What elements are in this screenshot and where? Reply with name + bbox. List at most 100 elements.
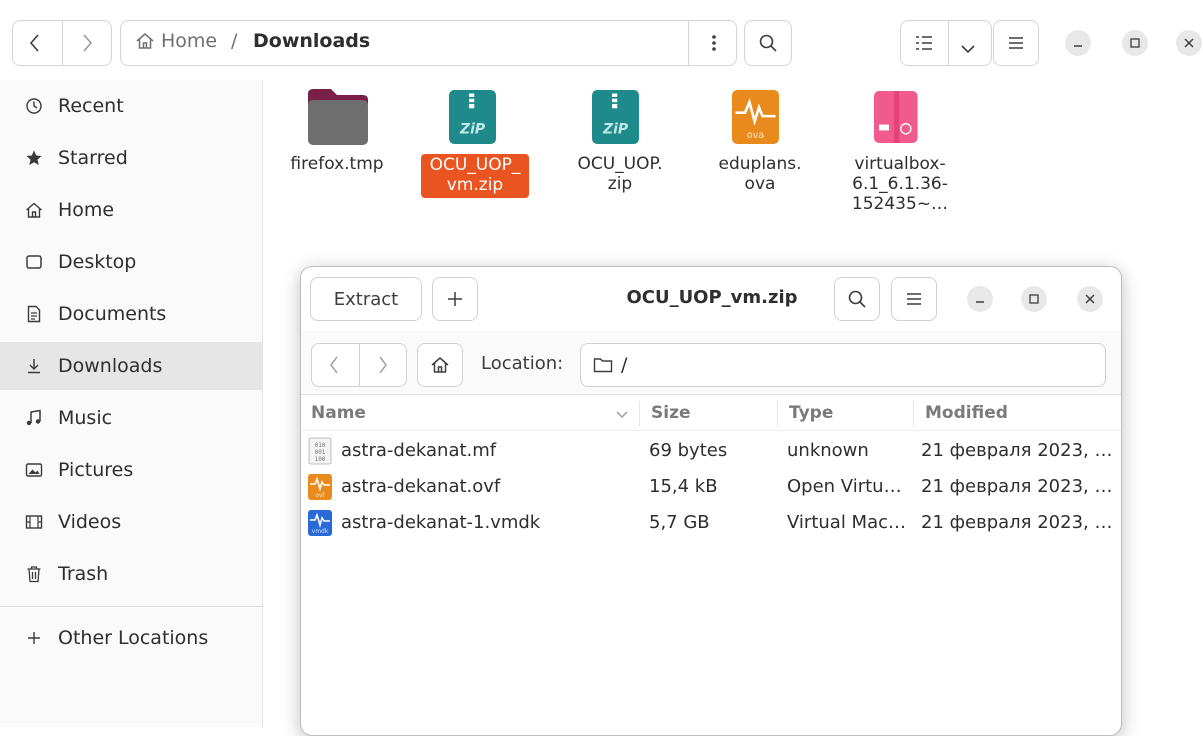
file-item-virtualbox-deb[interactable]: virtualbox- 6.1_6.1.36- 152435~…: [840, 86, 960, 236]
file-item-firefox-tmp[interactable]: firefox.tmp: [277, 86, 397, 186]
ovf-file-icon: ovf: [308, 474, 332, 500]
plus-icon: [24, 628, 44, 648]
column-header-modified[interactable]: Modified: [925, 403, 1008, 423]
main-menu-button[interactable]: [993, 20, 1039, 66]
column-header-type[interactable]: Type: [789, 403, 833, 423]
sidebar-item-label: Downloads: [58, 355, 163, 377]
music-icon: [24, 408, 44, 428]
archive-maximize-button[interactable]: [1021, 286, 1047, 312]
sidebar-item-label: Pictures: [58, 459, 134, 481]
sidebar-separator: [0, 606, 263, 607]
sidebar-item-desktop[interactable]: Desktop: [0, 238, 263, 286]
header-bar: Home / Downloads: [0, 0, 1203, 80]
sidebar-item-other-locations[interactable]: Other Locations: [0, 614, 263, 662]
sidebar-item-recent[interactable]: Recent: [0, 82, 263, 130]
list-view-icon: [915, 35, 933, 56]
archive-home-button[interactable]: [417, 343, 463, 387]
home-icon: [431, 357, 449, 373]
binary-file-icon: 010 001 100: [308, 437, 332, 465]
maximize-button[interactable]: [1122, 30, 1148, 56]
svg-text:ova: ova: [747, 130, 764, 141]
sidebar-item-trash[interactable]: Trash: [0, 550, 263, 598]
folder-outline-icon: [593, 358, 613, 373]
column-header-size[interactable]: Size: [651, 403, 691, 423]
download-icon: [24, 356, 44, 376]
close-button[interactable]: [1176, 30, 1202, 56]
file-item-label: virtualbox- 6.1_6.1.36- 152435~…: [851, 154, 949, 214]
breadcrumb-separator: /: [231, 30, 238, 52]
row-modified: 21 февраля 2023, …: [921, 440, 1113, 461]
maximize-icon: [1130, 38, 1140, 48]
sidebar-item-documents[interactable]: Documents: [0, 290, 263, 338]
minimize-icon: [1074, 45, 1082, 47]
file-item-eduplans-ova[interactable]: ova eduplans. ova: [700, 86, 820, 206]
folder-icon: [308, 89, 368, 145]
trash-icon: [24, 564, 44, 584]
sidebar-item-label: Recent: [58, 95, 124, 117]
file-item-label: OCU_UOP. zip: [577, 154, 663, 194]
sidebar-item-label: Documents: [58, 303, 167, 325]
breadcrumb-current[interactable]: Downloads: [253, 30, 370, 52]
sidebar-item-label: Home: [58, 199, 115, 221]
archive-manager-window: Extract OCU_UOP_vm.zip Location: / Name …: [300, 266, 1122, 736]
document-icon: [24, 304, 44, 324]
picture-icon: [24, 460, 44, 480]
sidebar-item-starred[interactable]: Starred: [0, 134, 263, 182]
file-item-ocu-uop-vm-zip[interactable]: ZiP OCU_UOP_ vm.zip: [417, 86, 537, 206]
row-modified: 21 февраля 2023, …: [921, 476, 1113, 497]
archive-close-button[interactable]: [1077, 286, 1103, 312]
vmdk-file-icon: vmdk: [308, 510, 332, 536]
add-files-button[interactable]: [432, 277, 478, 321]
column-header-name[interactable]: Name: [311, 403, 366, 423]
sidebar-item-home[interactable]: Home: [0, 186, 263, 234]
sidebar-item-pictures[interactable]: Pictures: [0, 446, 263, 494]
column-divider: [913, 401, 914, 427]
row-size: 69 bytes: [649, 440, 728, 461]
view-toggle-button[interactable]: [900, 20, 992, 66]
table-row[interactable]: 010 001 100 astra-dekanat.mf 69 bytes un…: [301, 433, 1121, 469]
star-icon: [24, 148, 44, 168]
sidebar-item-videos[interactable]: Videos: [0, 498, 263, 546]
sidebar-item-downloads[interactable]: Downloads: [0, 342, 263, 390]
breadcrumb-home[interactable]: Home: [135, 30, 217, 52]
sidebar-item-music[interactable]: Music: [0, 394, 263, 442]
file-item-ocu-uop-zip[interactable]: ZiP OCU_UOP. zip: [560, 86, 680, 206]
sidebar-item-label: Music: [58, 407, 113, 429]
sidebar-item-label: Desktop: [58, 251, 137, 273]
svg-text:010: 010: [315, 442, 326, 449]
clock-icon: [24, 96, 44, 116]
ova-file-icon: ova: [732, 90, 780, 144]
column-divider: [777, 401, 778, 427]
row-name: astra-dekanat-1.vmdk: [341, 512, 541, 533]
svg-text:ovf: ovf: [315, 492, 325, 499]
chevron-down-icon[interactable]: [960, 38, 976, 59]
row-size: 5,7 GB: [649, 512, 710, 533]
back-icon: [28, 33, 42, 58]
archive-minimize-button[interactable]: [967, 286, 993, 312]
svg-text:001: 001: [315, 449, 326, 456]
sidebar-item-label: Videos: [58, 511, 122, 533]
search-button[interactable]: [744, 20, 792, 66]
table-row[interactable]: vmdk astra-dekanat-1.vmdk 5,7 GB Virtual…: [301, 505, 1121, 541]
table-row[interactable]: ovf astra-dekanat.ovf 15,4 kB Open Virtu…: [301, 469, 1121, 505]
zip-file-icon: ZiP: [592, 90, 640, 144]
path-menu-button[interactable]: [688, 21, 738, 65]
path-bar[interactable]: Home / Downloads: [120, 20, 737, 66]
minimize-button[interactable]: [1065, 30, 1091, 56]
deb-package-icon: [874, 91, 918, 143]
sidebar-item-label: Other Locations: [58, 627, 209, 649]
archive-search-button[interactable]: [834, 277, 880, 321]
svg-text:ZiP: ZiP: [602, 122, 629, 138]
row-type: Virtual Mac…: [787, 512, 906, 533]
home-icon: [136, 33, 154, 49]
svg-text:ZiP: ZiP: [459, 122, 486, 138]
minimize-icon: [976, 301, 984, 303]
archive-menu-button[interactable]: [891, 277, 937, 321]
extract-button[interactable]: Extract: [310, 277, 422, 321]
close-icon: [1184, 38, 1194, 48]
view-divider: [948, 20, 949, 66]
file-item-label: firefox.tmp: [290, 154, 384, 174]
sidebar-item-label: Trash: [58, 563, 109, 585]
location-field[interactable]: /: [580, 343, 1106, 387]
file-item-label: eduplans. ova: [718, 154, 802, 194]
